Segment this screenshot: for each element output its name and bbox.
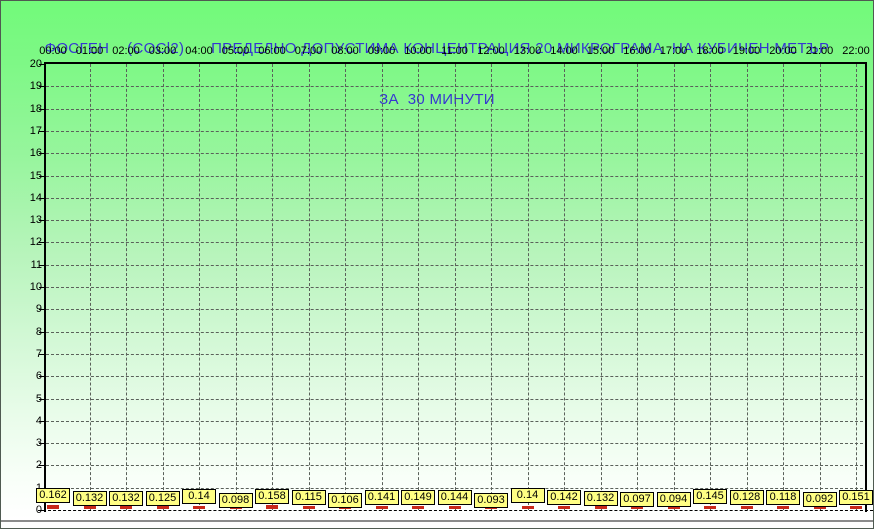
value-box: 0.132	[583, 491, 618, 506]
x-axis-label: 14:00	[550, 45, 578, 57]
data-bar	[704, 506, 716, 509]
value-box: 0.132	[72, 491, 107, 506]
y-axis-label: 9	[35, 303, 42, 316]
y-axis-label: 11	[30, 258, 42, 271]
y-axis-label: 7	[35, 347, 42, 360]
x-axis-label: 16:00	[623, 45, 651, 57]
value-box: 0.125	[145, 491, 180, 506]
x-axis-label: 18:00	[696, 45, 724, 57]
y-axis-label: 10	[29, 281, 42, 293]
data-bar	[777, 506, 789, 509]
x-axis-label: 08:00	[331, 45, 359, 57]
data-bar	[850, 506, 862, 509]
y-axis-label: 12	[29, 236, 42, 249]
data-bar	[193, 506, 205, 509]
x-axis-label: 13:00	[513, 45, 542, 57]
x-axis-label: 19:00	[732, 45, 761, 57]
y-axis-label: 4	[35, 414, 42, 427]
data-bar	[594, 506, 607, 509]
value-box: 0.142	[547, 490, 581, 505]
value-box: 0.132	[109, 491, 143, 506]
value-box: 0.14	[510, 488, 545, 503]
data-bar	[266, 505, 278, 509]
value-box: 0.158	[255, 489, 289, 504]
x-axis-label: 09:00	[367, 45, 396, 57]
y-axis-label: 5	[35, 392, 42, 405]
y-axis-label: 2	[35, 459, 42, 472]
value-box: 0.145	[693, 489, 727, 504]
value-box: 0.128	[729, 490, 764, 505]
data-bar	[156, 506, 169, 509]
value-box: 0.14	[182, 489, 216, 504]
x-axis-label: 00:00	[39, 45, 67, 57]
value-box: 0.097	[620, 492, 654, 507]
x-axis-label: 04:00	[185, 45, 213, 57]
y-axis-label: 8	[35, 325, 42, 338]
y-axis-label: 14	[29, 191, 42, 204]
y-axis-label: 17	[29, 124, 42, 137]
x-axis-label: 17:00	[659, 45, 688, 57]
y-axis-label: 6	[35, 370, 42, 383]
value-box: 0.141	[364, 490, 399, 505]
data-bar	[120, 506, 132, 509]
value-box: 0.144	[437, 490, 472, 505]
value-box: 0.092	[802, 492, 837, 507]
plot-frame	[44, 62, 867, 512]
x-axis-label: 22:00	[842, 45, 870, 57]
data-bar	[302, 506, 315, 509]
x-axis-label: 02:00	[112, 45, 140, 57]
x-axis-label: 15:00	[586, 45, 615, 57]
window-background-strip	[1, 522, 873, 528]
x-axis-label: 20:00	[769, 45, 797, 57]
x-axis-label: 07:00	[294, 45, 323, 57]
value-box: 0.098	[218, 493, 253, 508]
data-bar	[375, 506, 388, 509]
value-box: 0.118	[766, 490, 800, 505]
data-bar	[558, 506, 570, 509]
value-box: 0.149	[401, 490, 435, 505]
x-axis-label: 12:00	[477, 45, 505, 57]
x-axis-label: 01:00	[75, 45, 104, 57]
value-box: 0.151	[839, 490, 873, 505]
data-bar	[47, 505, 59, 509]
value-box: 0.162	[36, 488, 70, 503]
x-axis-label: 10:00	[404, 45, 432, 57]
value-box: 0.093	[474, 493, 508, 508]
x-axis-label: 11:00	[441, 45, 468, 57]
data-bar	[448, 506, 461, 509]
y-axis-label: 15	[29, 169, 42, 182]
data-bar	[83, 506, 96, 509]
chart-background: ФОСГЕН (COCl2) ПРЕДЕЛНО ДОПУСТИМА КОНЦЕН…	[1, 1, 873, 519]
data-bar	[521, 506, 534, 509]
data-bar	[740, 506, 753, 509]
phosgene-monitor-screen: ФОСГЕН (COCl2) ПРЕДЕЛНО ДОПУСТИМА КОНЦЕН…	[0, 0, 874, 529]
value-box: 0.094	[656, 492, 691, 507]
x-axis-label: 06:00	[258, 45, 286, 57]
y-axis-label: 19	[29, 80, 42, 93]
y-axis-label: 20	[29, 58, 42, 70]
value-box: 0.106	[328, 493, 362, 508]
x-axis-label: 21:00	[805, 45, 834, 57]
data-bar	[412, 506, 424, 509]
value-box: 0.115	[291, 490, 326, 505]
y-axis-label: 16	[29, 147, 42, 160]
x-axis-label: 05:00	[221, 45, 250, 57]
y-axis-label: 13	[29, 214, 42, 227]
y-axis-label: 3	[35, 437, 42, 450]
x-axis-label: 03:00	[148, 45, 177, 57]
y-axis-label: 18	[29, 102, 42, 115]
